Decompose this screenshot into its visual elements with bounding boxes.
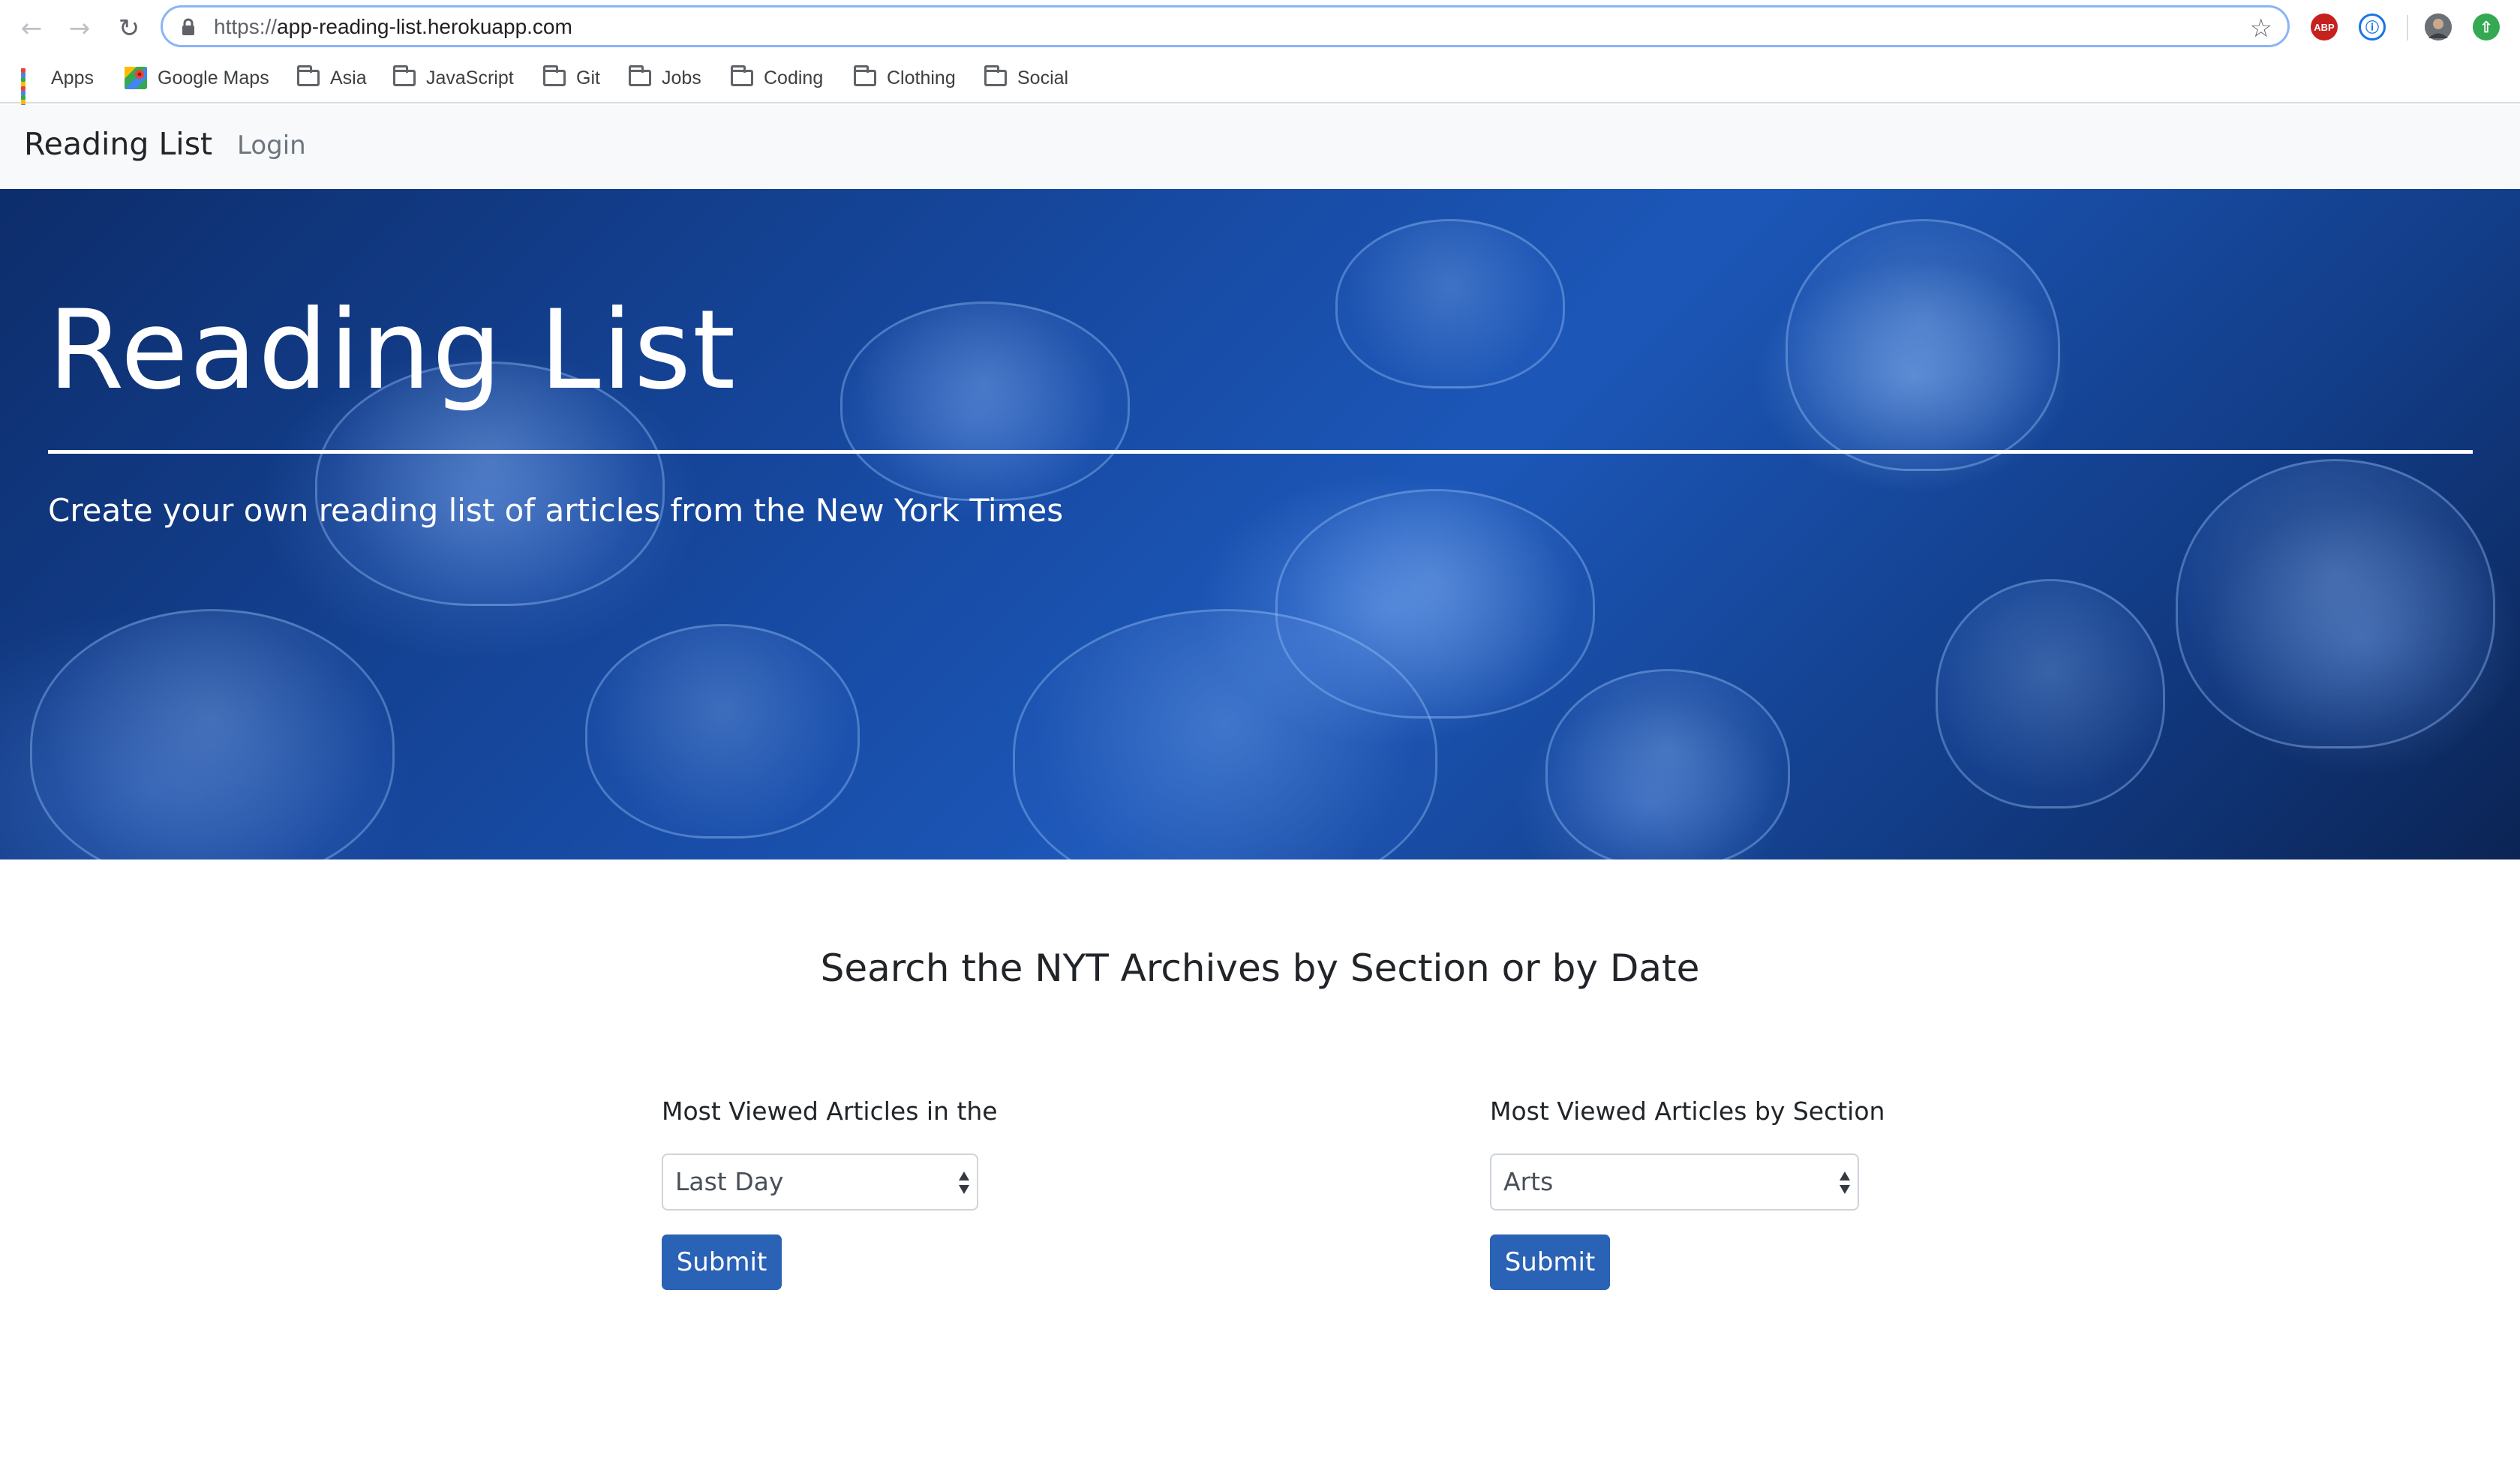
bookmark-label: Clothing [887, 67, 956, 88]
bookmark-folder-git[interactable]: Git [543, 63, 600, 93]
bookmark-label: Social [1017, 67, 1069, 88]
section-select[interactable]: Arts [1490, 1154, 1859, 1210]
bookmark-label: Apps [51, 67, 94, 88]
forward-icon[interactable]: → [62, 10, 98, 46]
folder-icon [854, 65, 876, 86]
profile-avatar[interactable] [2425, 14, 2452, 40]
bookmarks-bar: Apps Google Maps Asia JavaScript Git Job… [0, 56, 2520, 109]
lock-icon [182, 18, 194, 35]
apps-grid-icon [21, 68, 41, 109]
folder-icon [629, 65, 651, 86]
period-submit-button[interactable]: Submit [662, 1234, 782, 1290]
password-manager-extension-icon[interactable]: ⓘ [2359, 14, 2386, 40]
section-select-label: Most Viewed Articles by Section [1490, 1096, 1885, 1126]
bookmark-folder-asia[interactable]: Asia [297, 63, 367, 93]
bookmark-label: Git [576, 67, 600, 88]
site-navbar: Reading List Login [0, 105, 2520, 189]
bookmark-folder-coding[interactable]: Coding [731, 63, 823, 93]
period-select-value: Last Day [675, 1167, 784, 1196]
back-icon[interactable]: ← [14, 10, 50, 46]
bookmark-label: Coding [764, 67, 824, 88]
folder-icon [393, 65, 416, 86]
search-section-title: Search the NYT Archives by Section or by… [820, 946, 1700, 990]
folder-icon [731, 65, 753, 86]
select-arrows-icon [959, 1172, 969, 1194]
folder-icon [543, 65, 566, 86]
url-text[interactable]: https://app-reading-list.herokuapp.com [214, 15, 572, 39]
hero-divider [48, 450, 2473, 454]
folder-icon [984, 65, 1007, 86]
bookmark-label: Jobs [662, 67, 701, 88]
bookmark-label: Asia [330, 67, 367, 88]
bookmark-label: JavaScript [426, 67, 514, 88]
bookmark-folder-javascript[interactable]: JavaScript [393, 63, 514, 93]
select-arrows-icon [1840, 1172, 1850, 1194]
period-select[interactable]: Last Day [662, 1154, 978, 1210]
bookmark-star-icon[interactable]: ☆ [2250, 14, 2272, 44]
adblock-extension-icon[interactable]: ABP [2311, 14, 2338, 40]
hero-lead: Create your own reading list of articles… [48, 492, 1064, 529]
navbar-brand[interactable]: Reading List [24, 126, 212, 162]
bookmark-folder-jobs[interactable]: Jobs [629, 63, 701, 93]
section-submit-button[interactable]: Submit [1490, 1234, 1610, 1290]
period-select-label: Most Viewed Articles in the [662, 1096, 998, 1126]
google-maps-icon [125, 67, 147, 89]
update-icon[interactable]: ⇧ [2473, 14, 2500, 40]
hero-title: Reading List [48, 286, 737, 414]
hero-jumbotron: Reading List Create your own reading lis… [0, 189, 2520, 860]
avatar-icon [2425, 14, 2452, 40]
address-bar[interactable]: https://app-reading-list.herokuapp.com ☆ [161, 5, 2290, 47]
bookmark-folder-social[interactable]: Social [984, 63, 1068, 93]
login-link[interactable]: Login [237, 130, 306, 160]
reload-icon[interactable]: ↻ [111, 10, 147, 46]
folder-icon [297, 65, 320, 86]
bookmark-google-maps[interactable]: Google Maps [125, 63, 269, 93]
bookmark-apps[interactable]: Apps [21, 63, 94, 109]
browser-toolbar: ← → ↻ https://app-reading-list.herokuapp… [0, 0, 2520, 56]
bookmark-label: Google Maps [158, 67, 269, 88]
section-select-value: Arts [1503, 1167, 1554, 1196]
toolbar-divider [2407, 15, 2408, 40]
bookmark-folder-clothing[interactable]: Clothing [854, 63, 956, 93]
